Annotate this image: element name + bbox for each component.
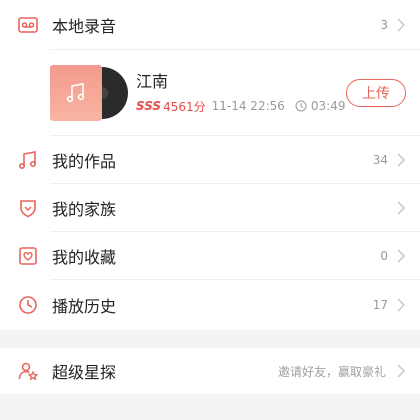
clock-icon: [16, 293, 40, 317]
grade-badge: SSS: [136, 99, 162, 113]
scout-panel: 超级星探 邀请好友，赢取豪礼: [0, 348, 420, 394]
section-gap: [0, 330, 420, 348]
recording-item[interactable]: 江南 SSS 4561分 11-14 22:56 03:49 上传: [0, 50, 420, 136]
song-duration: 03:49: [310, 99, 346, 113]
chevron-right-icon: [397, 153, 406, 167]
menu-item-family[interactable]: 我的家族: [0, 184, 420, 232]
chevron-right-icon: [397, 298, 406, 312]
menu-item-label: 我的收藏: [52, 248, 117, 267]
menu-item-label: 我的作品: [52, 152, 117, 171]
album-cover: [50, 65, 128, 121]
menu-item-count: 17: [372, 298, 388, 312]
music-note-icon: [16, 148, 40, 172]
heart-box-icon: [16, 244, 40, 268]
bottom-gap: [0, 394, 420, 416]
user-star-icon: [16, 359, 40, 383]
clock-icon: [295, 100, 307, 112]
menu-item-favorites[interactable]: 我的收藏 0: [0, 232, 420, 280]
cassette-icon: [16, 13, 40, 37]
local-recordings-count: 3: [380, 18, 388, 32]
menu-item-count: 34: [372, 153, 388, 167]
super-scout-subtitle: 邀请好友，赢取豪礼: [277, 364, 386, 379]
cover-art: [50, 65, 102, 121]
song-date: 11-14 22:56: [211, 99, 285, 113]
local-recordings-row[interactable]: 本地录音 3: [0, 0, 420, 50]
menu-item-label: 播放历史: [52, 297, 117, 316]
song-meta: SSS 4561分 11-14 22:56 03:49: [136, 98, 346, 115]
chevron-right-icon: [397, 364, 406, 378]
menu-item-count: 0: [380, 249, 388, 263]
local-recordings-label: 本地录音: [52, 17, 117, 36]
upload-button[interactable]: 上传: [346, 79, 406, 107]
song-title: 江南: [136, 71, 169, 91]
chevron-right-icon: [397, 18, 406, 32]
menu-item-works[interactable]: 我的作品 34: [0, 136, 420, 184]
chevron-right-icon: [397, 201, 406, 215]
chevron-right-icon: [397, 249, 406, 263]
super-scout-label: 超级星探: [52, 363, 117, 382]
main-panel: 本地录音 3 江南 SSS 4561分 11-14 22:56 03:49 上传…: [0, 0, 420, 330]
song-score: 4561分: [163, 99, 206, 114]
menu-item-label: 我的家族: [52, 200, 117, 219]
menu-item-history[interactable]: 播放历史 17: [0, 280, 420, 330]
music-note-icon: [66, 83, 85, 103]
shield-icon: [16, 196, 40, 220]
super-scout-row[interactable]: 超级星探 邀请好友，赢取豪礼: [0, 348, 420, 394]
song-info: 江南 SSS 4561分 11-14 22:56 03:49: [136, 72, 346, 115]
